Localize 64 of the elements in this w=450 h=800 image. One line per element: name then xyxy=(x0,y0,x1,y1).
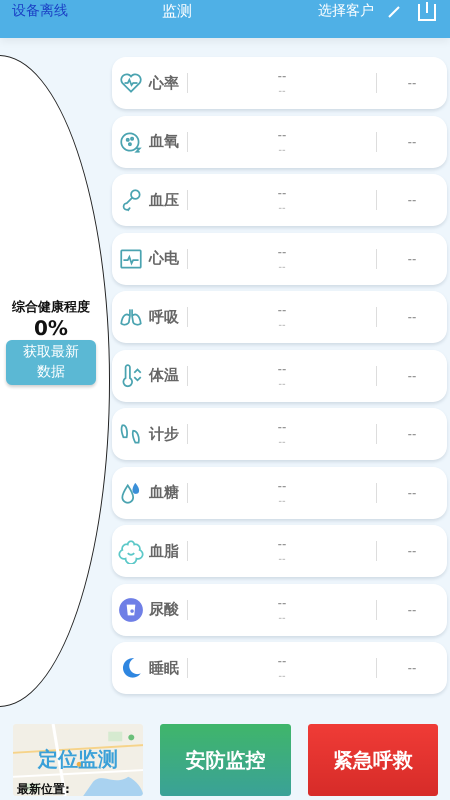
metric-reading: -- xyxy=(406,252,418,266)
metric-subvalue: -- xyxy=(278,554,286,565)
metric-subvalue: -- xyxy=(278,203,286,214)
metric-card[interactable]: 血压 -- -- -- xyxy=(112,174,447,226)
metric-value: -- xyxy=(278,654,286,668)
metric-name: 体温 xyxy=(149,366,180,385)
metric-value: -- xyxy=(278,362,286,376)
metric-reading: -- xyxy=(406,602,418,616)
metric-value: -- xyxy=(278,420,286,434)
metric-card[interactable]: 计步 -- -- -- xyxy=(112,408,447,460)
metric-name: 睡眠 xyxy=(149,658,180,678)
metric-reading: -- xyxy=(406,76,418,90)
metric-reading: -- xyxy=(406,134,418,148)
metric-value: -- xyxy=(278,303,286,317)
metric-card[interactable]: 血脂 -- -- -- xyxy=(112,525,447,577)
metric-card[interactable]: 血糖 -- -- -- xyxy=(112,466,447,518)
page-title: 监测 xyxy=(162,1,193,21)
location-button[interactable]: 定位监测 最新位置: xyxy=(13,724,144,796)
metric-card[interactable]: 心率 -- -- -- xyxy=(112,57,447,109)
metric-subvalue: -- xyxy=(278,496,286,506)
metric-name: 心率 xyxy=(149,74,180,92)
metric-card[interactable]: 尿酸 -- -- -- xyxy=(112,584,447,636)
metric-name: 血压 xyxy=(149,190,180,210)
metric-name: 计步 xyxy=(149,424,180,444)
cup-icon xyxy=(118,596,144,622)
metric-value: -- xyxy=(278,244,286,258)
metric-reading: -- xyxy=(406,193,418,207)
smiley-icon xyxy=(118,538,144,564)
device-status: 设备离线 xyxy=(12,2,69,20)
metric-subvalue: -- xyxy=(278,262,286,272)
metric-reading: -- xyxy=(406,427,418,441)
metric-reading: -- xyxy=(406,544,418,558)
metric-reading: -- xyxy=(406,310,418,324)
metric-reading: -- xyxy=(406,368,418,382)
metric-card[interactable]: 心电 -- -- -- xyxy=(112,232,447,284)
metric-subvalue: -- xyxy=(278,612,286,624)
emergency-button[interactable]: 紧急呼救 xyxy=(308,724,438,796)
metric-value: -- xyxy=(278,69,286,83)
metric-name: 血脂 xyxy=(149,542,180,560)
metric-value: -- xyxy=(278,186,286,200)
metric-name: 尿酸 xyxy=(149,600,180,619)
metric-value: -- xyxy=(278,478,286,492)
metric-value: -- xyxy=(278,596,286,610)
metric-value: -- xyxy=(278,128,286,142)
metric-value: -- xyxy=(278,537,286,551)
metric-name: 血糖 xyxy=(149,483,180,502)
metric-subvalue: -- xyxy=(278,86,286,97)
metric-name: 心电 xyxy=(149,249,180,268)
metric-card[interactable]: 呼吸 -- -- -- xyxy=(112,291,447,343)
health-percent: 0% xyxy=(34,316,68,340)
metric-card[interactable]: 血氧 -- -- -- xyxy=(112,116,447,168)
metric-reading: -- xyxy=(406,661,418,675)
metric-subvalue: -- xyxy=(278,378,286,390)
metric-name: 血氧 xyxy=(149,132,180,151)
location-caption: 最新位置: xyxy=(17,781,70,796)
metric-card[interactable]: 睡眠 -- -- -- xyxy=(112,642,447,694)
metric-name: 呼吸 xyxy=(149,308,180,326)
metric-subvalue: -- xyxy=(278,320,286,331)
metric-card[interactable]: 体温 -- -- -- xyxy=(112,350,447,402)
metric-subvalue: -- xyxy=(278,437,286,448)
metric-subvalue: -- xyxy=(278,144,286,156)
metric-subvalue: -- xyxy=(278,671,286,682)
metric-reading: -- xyxy=(406,486,418,500)
health-label: 综合健康程度 xyxy=(12,298,90,316)
